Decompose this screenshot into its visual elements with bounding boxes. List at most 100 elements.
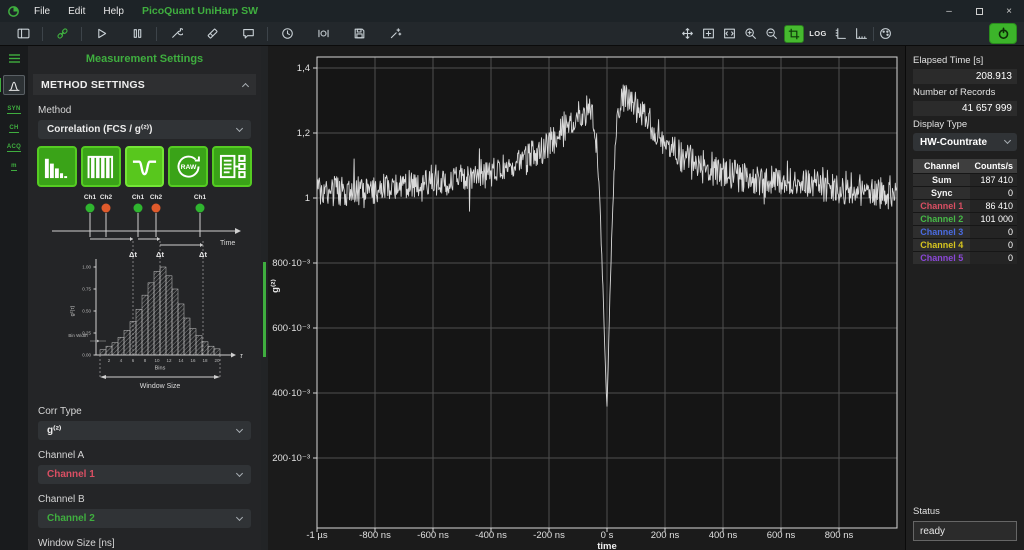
axis-x-icon[interactable] [851, 22, 872, 46]
channel-name: Channel 2 [913, 213, 970, 226]
toolbar-chart-group: LOG [677, 22, 896, 46]
channel-b-value: Channel 2 [47, 513, 237, 524]
countrate-row: Sync0 [913, 187, 1017, 200]
channel-counts: 187 410 [970, 174, 1017, 187]
svg-text:time: time [597, 541, 617, 550]
method-settings-section-header[interactable]: METHOD SETTINGS [33, 74, 256, 95]
save-image-icon[interactable] [341, 22, 377, 46]
minimize-button[interactable]: – [934, 0, 964, 22]
toolbar-divider [81, 27, 82, 41]
zoom-in-icon[interactable] [740, 22, 761, 46]
chevron-down-icon [236, 469, 243, 476]
channel-name: Channel 3 [913, 226, 970, 239]
maximize-icon [976, 8, 983, 15]
nav-tab-measurement[interactable] [3, 75, 25, 95]
method-button-row: RAW [37, 146, 252, 187]
nav-tab-channels[interactable]: CH [9, 125, 18, 133]
svg-text:20: 20 [214, 358, 220, 363]
menu-help[interactable]: Help [103, 6, 124, 17]
svg-text:Time: Time [220, 240, 235, 247]
corr-type-select[interactable]: g⁽²⁾ [38, 421, 251, 440]
countrate-header-row: ChannelCounts/s [913, 159, 1017, 174]
link-icon[interactable] [44, 22, 80, 46]
axis-y-icon[interactable] [830, 22, 851, 46]
log-scale-button[interactable]: LOG [806, 29, 830, 38]
pause-icon[interactable] [119, 22, 155, 46]
svg-text:200·10⁻³: 200·10⁻³ [272, 453, 310, 464]
svg-text:Ch2: Ch2 [100, 194, 113, 201]
scrollbar-thumb[interactable] [263, 262, 266, 357]
svg-text:1,4: 1,4 [297, 63, 310, 74]
status-section: Status ready [913, 503, 1017, 541]
method-histogram-button[interactable] [37, 146, 77, 187]
svg-text:1,2: 1,2 [297, 128, 310, 139]
correlation-method-diagram: TimeCh1Ch2Ch1Ch2Ch1ΔtΔtΔtτ1.000.750.500.… [38, 191, 251, 396]
palette-icon[interactable] [875, 22, 896, 46]
counter-icon[interactable] [305, 22, 341, 46]
svg-text:-400 ns: -400 ns [475, 530, 507, 541]
crop-zoom-button[interactable] [784, 25, 804, 43]
svg-text:200 ns: 200 ns [651, 530, 680, 541]
maximize-button[interactable] [964, 0, 994, 22]
chevron-down-icon [236, 124, 243, 131]
fit-width-icon[interactable] [719, 22, 740, 46]
nav-tab-acquisition[interactable]: ACQ [7, 144, 21, 152]
svg-text:0.00: 0.00 [82, 353, 91, 358]
svg-text:8: 8 [144, 358, 147, 363]
fit-all-icon[interactable] [698, 22, 719, 46]
wrench-icon[interactable] [158, 22, 194, 46]
chevron-down-icon [236, 513, 243, 520]
play-icon[interactable] [83, 22, 119, 46]
channel-counts: 86 410 [970, 200, 1017, 213]
correlation-chart[interactable]: 1,41,21800·10⁻³600·10⁻³400·10⁻³200·10⁻³-… [268, 46, 905, 550]
svg-text:Ch1: Ch1 [132, 194, 145, 201]
svg-text:0 s: 0 s [601, 530, 614, 541]
comment-icon[interactable] [230, 22, 266, 46]
pan-icon[interactable] [677, 22, 698, 46]
zoom-out-icon[interactable] [761, 22, 782, 46]
clock-icon[interactable] [269, 22, 305, 46]
channel-header: Channel [913, 159, 970, 174]
countrate-row: Sum187 410 [913, 174, 1017, 187]
menu-file[interactable]: File [34, 6, 50, 17]
toolbar-left-group [5, 22, 413, 46]
method-select-value: Correlation (FCS / g⁽²⁾) [47, 124, 237, 135]
settings-scrollbar[interactable] [261, 46, 268, 550]
svg-text:Δt: Δt [199, 250, 207, 259]
nav-tab-sync[interactable]: SYN [7, 106, 20, 114]
channel-counts: 0 [970, 226, 1017, 239]
svg-text:RAW: RAW [180, 164, 196, 171]
method-time-trace-button[interactable] [81, 146, 121, 187]
svg-text:12: 12 [166, 358, 172, 363]
nav-rail: SYN CH ACQ m [0, 46, 28, 550]
nav-tab-misc[interactable]: m [11, 163, 17, 171]
countrate-row: Channel 50 [913, 252, 1017, 265]
menu-bar: File Edit Help [34, 6, 124, 17]
counts-header: Counts/s [970, 159, 1017, 174]
method-select[interactable]: Correlation (FCS / g⁽²⁾) [38, 120, 251, 139]
close-button[interactable]: × [994, 0, 1024, 22]
sidebar-toggle-icon[interactable] [5, 22, 41, 46]
countrate-row: Channel 30 [913, 226, 1017, 239]
method-raw-button[interactable]: RAW [168, 146, 208, 187]
svg-text:Ch1: Ch1 [194, 194, 207, 201]
app-window: File Edit Help PicoQuant UniHarp SW – × … [0, 0, 1024, 550]
menu-edit[interactable]: Edit [68, 6, 85, 17]
svg-text:6: 6 [132, 358, 135, 363]
countrate-row: Channel 2101 000 [913, 213, 1017, 226]
titlebar: File Edit Help PicoQuant UniHarp SW – × [0, 0, 1024, 22]
method-correlation-button[interactable] [125, 146, 165, 187]
power-button[interactable] [989, 23, 1017, 44]
channel-a-select[interactable]: Channel 1 [38, 465, 251, 484]
channel-name: Channel 5 [913, 252, 970, 265]
hamburger-menu-icon[interactable] [8, 53, 21, 64]
eraser-icon[interactable] [194, 22, 230, 46]
magic-wand-icon[interactable] [377, 22, 413, 46]
method-export-button[interactable] [212, 146, 252, 187]
channel-a-label: Channel A [38, 450, 251, 461]
svg-text:600·10⁻³: 600·10⁻³ [272, 323, 310, 334]
svg-text:18: 18 [202, 358, 208, 363]
channel-b-select[interactable]: Channel 2 [38, 509, 251, 528]
display-type-select[interactable]: HW-Countrate [913, 133, 1017, 151]
svg-text:Ch2: Ch2 [150, 194, 163, 201]
